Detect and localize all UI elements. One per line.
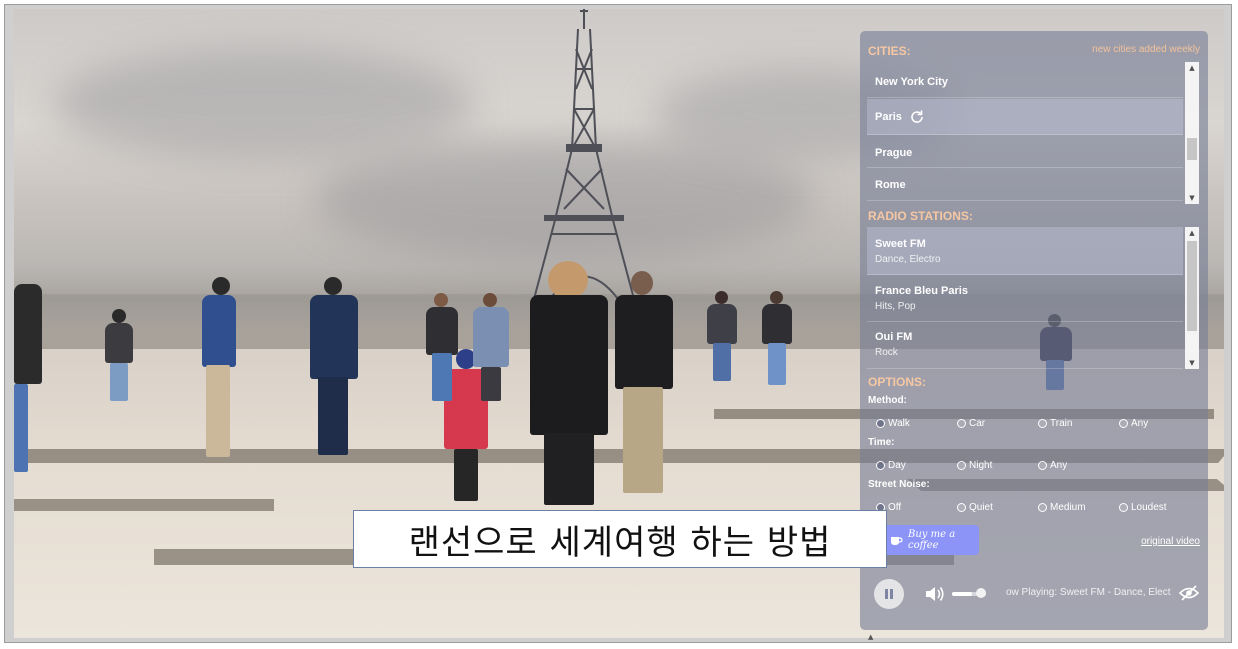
pedestrian <box>759 291 795 387</box>
volume-icon[interactable] <box>924 584 946 604</box>
pedestrian <box>704 291 740 383</box>
coffee-cup-icon <box>891 537 903 545</box>
method-any-radio[interactable]: Any <box>1119 416 1148 430</box>
collapse-arrow-icon[interactable]: ▲ <box>868 633 873 641</box>
pedestrian <box>102 309 136 404</box>
scroll-up-icon[interactable]: ▲ <box>1185 227 1199 239</box>
hide-panel-eye-icon[interactable] <box>1179 584 1199 602</box>
pedestrian <box>304 277 364 462</box>
radio-list[interactable]: Sweet FM Dance, Electro France Bleu Pari… <box>867 227 1199 369</box>
city-item-paris[interactable]: Paris <box>867 99 1183 135</box>
station-name: France Bleu Paris <box>875 285 968 297</box>
noise-loudest-radio[interactable]: Loudest <box>1119 500 1167 514</box>
radio-label: Day <box>888 459 906 471</box>
radio-label: Any <box>1131 417 1149 429</box>
station-item[interactable]: Sweet FM Dance, Electro <box>867 227 1183 275</box>
scroll-down-icon[interactable]: ▼ <box>1185 192 1199 204</box>
pause-button[interactable] <box>874 579 904 609</box>
method-walk-radio[interactable]: Walk <box>876 416 910 430</box>
radio-label: Medium <box>1050 501 1086 513</box>
time-day-radio[interactable]: Day <box>876 458 906 472</box>
pedestrian <box>194 277 244 467</box>
radio-title: RADIO STATIONS: <box>868 209 973 223</box>
scroll-down-icon[interactable]: ▼ <box>1185 357 1199 369</box>
method-label: Method: <box>868 395 907 406</box>
noise-quiet-radio[interactable]: Quiet <box>957 500 993 514</box>
buy-coffee-button[interactable]: Buy me a coffee <box>881 525 979 555</box>
pedestrian <box>609 271 679 501</box>
scroll-up-icon[interactable]: ▲ <box>1185 62 1199 74</box>
station-genre: Hits, Pop <box>875 301 916 312</box>
station-genre: Dance, Electro <box>875 254 941 265</box>
now-playing-text: ow Playing: Sweet FM - Dance, Elect <box>1006 587 1174 598</box>
cities-note: new cities added weekly <box>1092 44 1200 55</box>
cities-title: CITIES: <box>868 44 911 58</box>
method-car-radio[interactable]: Car <box>957 416 985 430</box>
radio-scrollbar[interactable]: ▲ ▼ <box>1185 227 1199 369</box>
pedestrian <box>469 293 513 403</box>
cities-list[interactable]: New York City Paris Prague Rome ▲ ▼ <box>867 62 1199 204</box>
radio-label: Train <box>1050 417 1073 429</box>
city-label: Prague <box>875 147 913 159</box>
radio-label: Loudest <box>1131 501 1167 513</box>
city-item-rome[interactable]: Rome <box>867 169 1183 201</box>
method-train-radio[interactable]: Train <box>1038 416 1072 430</box>
cities-scrollbar[interactable]: ▲ ▼ <box>1185 62 1199 204</box>
noise-label: Street Noise: <box>868 479 930 490</box>
korean-caption: 랜선으로 세계여행 하는 방법 <box>353 510 887 568</box>
time-night-radio[interactable]: Night <box>957 458 992 472</box>
radio-label: Quiet <box>969 501 993 513</box>
city-item-new-york[interactable]: New York City <box>867 66 1183 98</box>
options-title: OPTIONS: <box>868 375 927 389</box>
station-item[interactable]: Oui FM Rock <box>867 323 1183 369</box>
pedestrian <box>14 234 44 474</box>
noise-medium-radio[interactable]: Medium <box>1038 500 1086 514</box>
radio-label: Walk <box>888 417 910 429</box>
pedestrian <box>422 293 462 403</box>
scroll-thumb[interactable] <box>1187 241 1197 331</box>
time-any-radio[interactable]: Any <box>1038 458 1067 472</box>
station-item[interactable]: France Bleu Paris Hits, Pop <box>867 276 1183 322</box>
volume-slider-knob[interactable] <box>976 588 986 598</box>
cloud <box>54 49 474 159</box>
station-name: Sweet FM <box>875 238 926 250</box>
control-panel: CITIES: new cities added weekly New York… <box>860 31 1208 630</box>
city-label: New York City <box>875 76 948 88</box>
original-video-link[interactable]: original video <box>1141 536 1200 547</box>
city-label: Paris <box>875 111 902 123</box>
station-name: Oui FM <box>875 331 913 343</box>
scroll-thumb[interactable] <box>1187 138 1197 160</box>
radio-label: Night <box>969 459 993 471</box>
coffee-label: Buy me a coffee <box>908 529 956 551</box>
station-genre: Rock <box>875 347 898 358</box>
pedestrian <box>522 261 612 511</box>
radio-label: Car <box>969 417 986 429</box>
city-item-prague[interactable]: Prague <box>867 136 1183 168</box>
time-label: Time: <box>868 437 895 448</box>
now-playing-value: ow Playing: Sweet FM - Dance, Elect <box>1006 587 1171 598</box>
radio-label: Any <box>1050 459 1068 471</box>
city-label: Rome <box>875 179 906 191</box>
radio-label: Off <box>888 501 902 513</box>
pause-icon <box>885 589 893 599</box>
refresh-icon[interactable] <box>909 109 925 125</box>
